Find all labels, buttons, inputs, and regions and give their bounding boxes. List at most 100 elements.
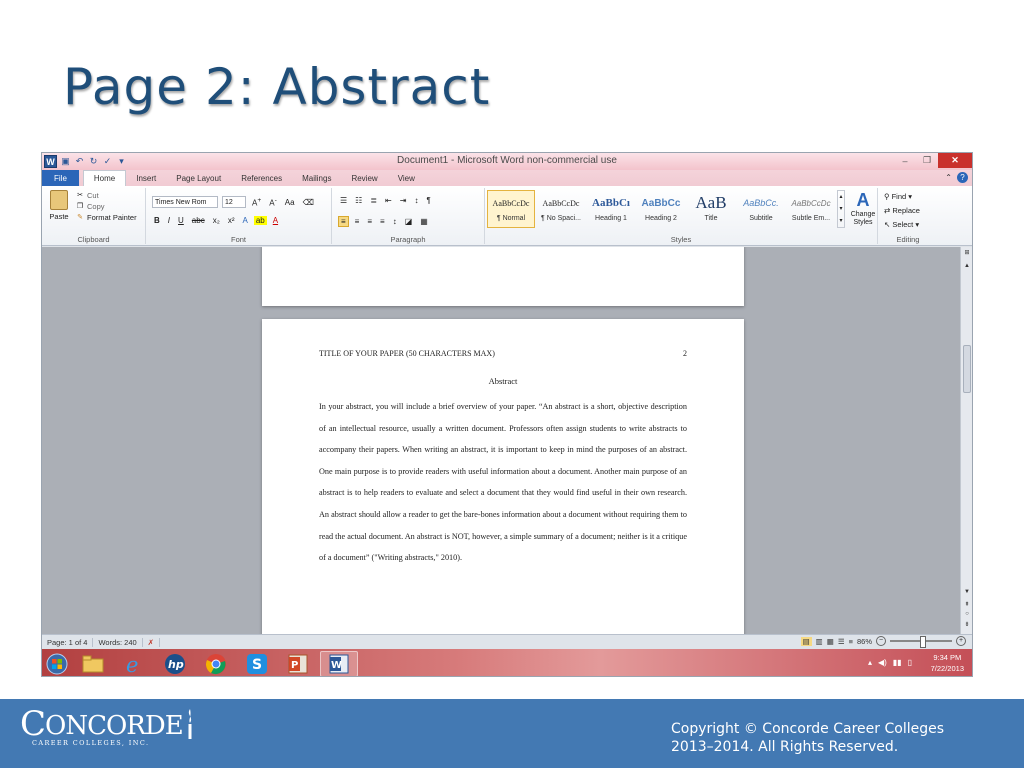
align-left-icon[interactable]: ≡ — [338, 216, 349, 227]
superscript-icon[interactable]: x² — [226, 216, 237, 225]
bold-icon[interactable]: B — [152, 216, 162, 225]
styles-scroll[interactable]: ▴ ▾ ▾ — [837, 190, 845, 228]
shading-icon[interactable]: ◪ — [403, 217, 415, 226]
scroll-down-icon[interactable]: ▼ — [961, 589, 972, 595]
numbering-icon[interactable]: ☷ — [353, 196, 364, 205]
tab-view[interactable]: View — [388, 171, 425, 186]
word-count[interactable]: Words: 240 — [93, 637, 143, 647]
proofing-icon[interactable]: ✗ — [143, 637, 160, 647]
italic-icon[interactable]: I — [166, 216, 172, 225]
maximize-button[interactable]: ❐ — [916, 153, 938, 168]
powerpoint-icon[interactable]: P — [279, 651, 317, 677]
font-name-select[interactable]: Times New Rom — [152, 196, 218, 208]
multilevel-list-icon[interactable]: ≣ — [368, 196, 379, 205]
tab-file[interactable]: File — [42, 170, 79, 186]
show-hidden-icons-icon[interactable]: ▴ — [868, 658, 872, 667]
find-button[interactable]: ⚲ Find ▾ — [884, 190, 920, 204]
ruler-toggle-icon[interactable]: ⊞ — [961, 249, 972, 256]
style-subtitle[interactable]: AaBbCc. Subtitle — [737, 190, 785, 228]
subscript-icon[interactable]: x₂ — [211, 216, 222, 225]
file-explorer-icon[interactable] — [74, 651, 112, 677]
skype-icon[interactable]: S — [238, 651, 276, 677]
page-count[interactable]: Page: 1 of 4 — [42, 637, 94, 647]
next-page-icon[interactable]: ⇟ — [961, 621, 972, 628]
spelling-icon[interactable]: ✓ — [102, 156, 113, 167]
change-case-icon[interactable]: Aa — [283, 198, 297, 207]
customize-qat-icon[interactable]: ▾ — [116, 156, 127, 167]
outline-icon[interactable]: ☰ — [838, 637, 845, 646]
windows-start-icon[interactable] — [46, 653, 68, 675]
font-size-select[interactable]: 12 — [222, 196, 246, 208]
zoom-slider[interactable] — [890, 636, 952, 648]
word-taskbar-icon[interactable]: W — [320, 650, 358, 676]
help-icon[interactable]: ? — [957, 172, 968, 183]
redo-icon[interactable]: ↻ — [88, 156, 99, 167]
style-normal[interactable]: AaBbCcDc ¶ Normal — [487, 190, 535, 228]
scroll-up-icon[interactable]: ▲ — [961, 263, 972, 269]
power-icon[interactable]: ▯ — [908, 658, 912, 667]
clock[interactable]: 9:34 PM 7/22/2013 — [931, 652, 964, 674]
tab-mailings[interactable]: Mailings — [292, 171, 341, 186]
vertical-scrollbar[interactable]: ⊞ ▲ ▼ ⇞ ○ ⇟ — [960, 247, 972, 634]
browse-object-icon[interactable]: ○ — [961, 611, 972, 617]
sort-icon[interactable]: ↕ — [412, 196, 420, 205]
style-heading-2[interactable]: AaBbCc Heading 2 — [637, 190, 685, 228]
shrink-font-icon[interactable]: A- — [267, 197, 279, 208]
show-marks-icon[interactable]: ¶ — [424, 196, 432, 205]
style-no-spacing[interactable]: AaBbCcDc ¶ No Spaci... — [537, 190, 585, 228]
zoom-in-icon[interactable]: + — [956, 636, 966, 646]
save-icon[interactable]: ▣ — [60, 156, 71, 167]
paste-button[interactable]: Paste — [47, 190, 71, 226]
volume-icon[interactable]: ◀) — [878, 658, 887, 667]
print-layout-icon[interactable]: ▤ — [800, 636, 812, 646]
underline-icon[interactable]: U — [176, 216, 186, 225]
full-screen-reading-icon[interactable]: ▥ — [816, 637, 823, 646]
zoom-out-icon[interactable]: − — [876, 636, 886, 646]
tab-home[interactable]: Home — [82, 170, 127, 186]
network-icon[interactable]: ▮▮ — [893, 658, 902, 667]
strikethrough-icon[interactable]: abc — [190, 216, 207, 225]
tab-page-layout[interactable]: Page Layout — [166, 171, 231, 186]
font-color-icon[interactable]: A — [271, 216, 280, 225]
clear-formatting-icon[interactable]: ⌫ — [301, 198, 316, 207]
borders-icon[interactable]: ▦ — [418, 217, 430, 226]
chrome-icon[interactable] — [197, 651, 235, 677]
internet-explorer-icon[interactable]: e — [115, 651, 153, 677]
tab-references[interactable]: References — [231, 171, 292, 186]
hp-icon[interactable]: hp — [156, 651, 194, 677]
text-effects-icon[interactable]: A — [240, 216, 249, 225]
align-center-icon[interactable]: ≡ — [353, 217, 362, 226]
style-title[interactable]: AaB Title — [687, 190, 735, 228]
replace-button[interactable]: ⇄ Replace — [884, 204, 920, 218]
grow-font-icon[interactable]: A+ — [250, 197, 263, 208]
page-2[interactable]: TITLE OF YOUR PAPER (50 CHARACTERS MAX) … — [262, 319, 744, 634]
document-area[interactable]: TITLE OF YOUR PAPER (50 CHARACTERS MAX) … — [42, 247, 962, 634]
highlight-icon[interactable]: ab — [253, 216, 267, 225]
line-spacing-icon[interactable]: ↕ — [391, 217, 399, 226]
scroll-thumb[interactable] — [963, 345, 971, 393]
justify-icon[interactable]: ≡ — [378, 217, 387, 226]
increase-indent-icon[interactable]: ⇥ — [398, 196, 409, 205]
bullets-icon[interactable]: ☰ — [338, 196, 349, 205]
zoom-level[interactable]: 86% — [857, 637, 872, 646]
decrease-indent-icon[interactable]: ⇤ — [383, 196, 394, 205]
close-button[interactable]: ✕ — [938, 153, 972, 168]
cut-button[interactable]: ✂ Cut — [76, 190, 137, 201]
tab-insert[interactable]: Insert — [126, 171, 166, 186]
previous-page-icon[interactable]: ⇞ — [961, 601, 972, 608]
copy-button[interactable]: ❐ Copy — [76, 201, 137, 212]
word-app-icon[interactable]: W — [44, 155, 57, 168]
undo-icon[interactable]: ↶ — [74, 156, 85, 167]
web-layout-icon[interactable]: ▦ — [827, 637, 834, 646]
page-1[interactable] — [262, 247, 744, 306]
style-heading-1[interactable]: AaBbCı Heading 1 — [587, 190, 635, 228]
draft-icon[interactable]: ≡ — [849, 637, 853, 646]
tab-review[interactable]: Review — [341, 171, 387, 186]
change-styles-button[interactable]: A Change Styles — [847, 190, 879, 228]
minimize-ribbon-icon[interactable]: ⌃ — [945, 173, 952, 182]
select-button[interactable]: ↖ Select ▾ — [884, 218, 920, 232]
align-right-icon[interactable]: ≡ — [365, 217, 374, 226]
style-subtle-emphasis[interactable]: AaBbCcDc Subtle Em... — [787, 190, 835, 228]
minimize-button[interactable]: – — [894, 153, 916, 168]
format-painter-button[interactable]: ✎ Format Painter — [76, 212, 137, 223]
